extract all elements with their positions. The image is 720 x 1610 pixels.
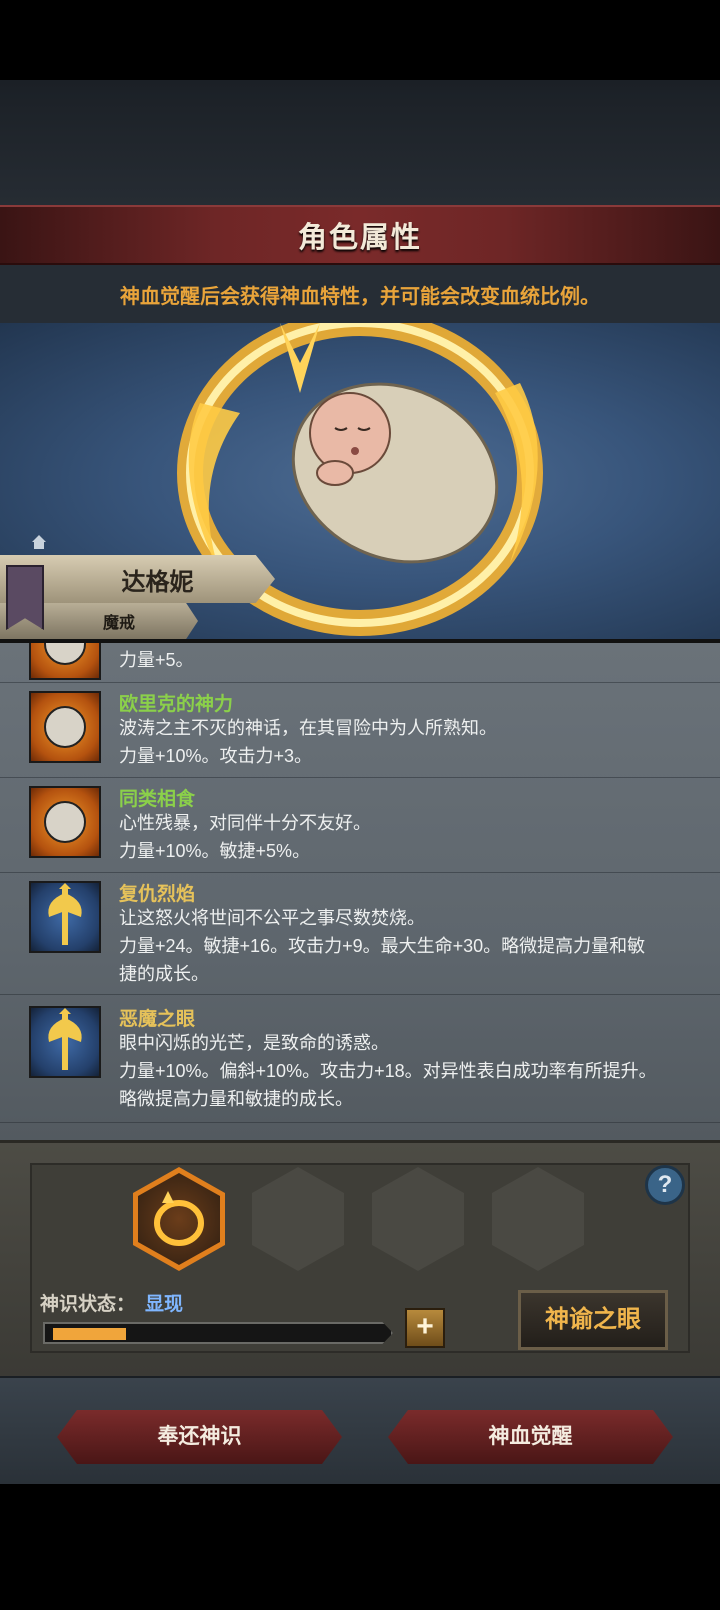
trait-name: 恶魔之眼 bbox=[119, 1009, 196, 1030]
divine-status-value: 显现 bbox=[145, 1294, 184, 1315]
title-bar: 角色属性 bbox=[0, 205, 720, 265]
divine-progress-bar bbox=[43, 1322, 393, 1344]
character-subtitle: 魔戒 bbox=[102, 615, 135, 632]
axe-icon bbox=[29, 881, 101, 953]
background-lower bbox=[0, 1484, 720, 1610]
trait-stats-continued: 略微提高力量和敏捷的成长。 bbox=[119, 1089, 353, 1109]
return-divine-button[interactable]: 奉还神识 bbox=[57, 1410, 342, 1464]
trait-desc: 波涛之主不灭的神话，在其冒险中为人所熟知。 bbox=[119, 718, 497, 738]
trait-name: 同类相食 bbox=[119, 789, 196, 810]
trait-item[interactable]: 复仇烈焰 让这怒火将世间不公平之事尽数焚烧。 力量+24。敏捷+16。攻击力+9… bbox=[0, 873, 720, 995]
divine-progress-fill bbox=[53, 1328, 126, 1340]
sun-face-icon bbox=[29, 643, 101, 680]
status-bar bbox=[0, 0, 720, 80]
trait-name: 复仇烈焰 bbox=[119, 884, 196, 905]
trait-item[interactable]: 欧里克的神力 波涛之主不灭的神话，在其冒险中为人所熟知。 力量+10%。攻击力+… bbox=[0, 683, 720, 778]
background-upper bbox=[0, 80, 720, 205]
trait-stats: 力量+24。敏捷+16。攻击力+9。最大生命+30。略微提高力量和敏 bbox=[119, 936, 646, 956]
trait-desc: 眼中闪烁的光芒，是致命的诱惑。 bbox=[119, 1033, 389, 1053]
trait-desc: 让这怒火将世间不公平之事尽数焚烧。 bbox=[119, 908, 425, 928]
sun-face-icon bbox=[29, 691, 101, 763]
trait-stats: 力量+5。 bbox=[119, 650, 194, 670]
trait-name: 欧里克的神力 bbox=[119, 694, 234, 715]
trait-stats: 力量+10%。敏捷+5%。 bbox=[119, 841, 311, 861]
divine-awaken-button[interactable]: 神血觉醒 bbox=[388, 1410, 673, 1464]
notice-text: 神血觉醒后会获得神血特性，并可能会改变血统比例。 bbox=[120, 285, 600, 308]
help-button[interactable]: ? bbox=[645, 1165, 685, 1205]
notice-bar: 神血觉醒后会获得神血特性，并可能会改变血统比例。 bbox=[0, 265, 720, 323]
trait-item[interactable]: 恶魔之眼 眼中闪烁的光芒，是致命的诱惑。 力量+10%。偏斜+10%。攻击力+1… bbox=[0, 998, 720, 1123]
trait-stats-continued: 捷的成长。 bbox=[119, 964, 209, 984]
flame-ring-icon bbox=[154, 1191, 204, 1246]
trait-stats: 力量+10%。攻击力+3。 bbox=[119, 746, 313, 766]
page-title: 角色属性 bbox=[297, 222, 422, 254]
home-icon[interactable] bbox=[30, 533, 48, 551]
trait-item[interactable]: 力量+5。 bbox=[0, 643, 720, 683]
divine-status-label: 神识状态： bbox=[40, 1294, 136, 1315]
character-name: 达格妮 bbox=[121, 568, 194, 596]
axe-icon bbox=[29, 1006, 101, 1078]
trait-list[interactable]: 力量+5。 欧里克的神力 波涛之主不灭的神话，在其冒险中为人所熟知。 力量+10… bbox=[0, 643, 720, 1140]
sun-face-icon bbox=[29, 786, 101, 858]
oracle-eye-button[interactable]: 神谕之眼 bbox=[518, 1290, 668, 1350]
trait-item[interactable]: 同类相食 心性残暴，对同伴十分不友好。 力量+10%。敏捷+5%。 bbox=[0, 778, 720, 873]
trait-desc: 心性残暴，对同伴十分不友好。 bbox=[119, 813, 371, 833]
add-button[interactable]: + bbox=[405, 1308, 445, 1348]
trait-stats: 力量+10%。偏斜+10%。攻击力+18。对异性表白成功率有所提升。 bbox=[119, 1061, 657, 1081]
